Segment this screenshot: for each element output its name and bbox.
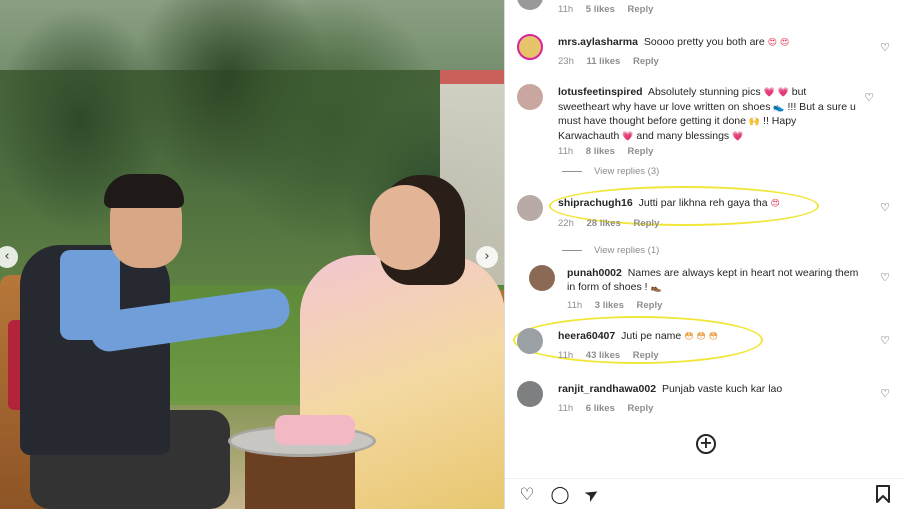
comment-meta: 11h 6 likes Reply — [558, 403, 663, 414]
comment-time: 11h — [567, 300, 583, 311]
pink-cloth — [275, 415, 355, 445]
comment-meta: 11h 5 likes Reply — [558, 4, 663, 15]
reply-button[interactable]: Reply — [628, 146, 654, 157]
raised-hands-emoji: 🙌 — [748, 117, 761, 127]
heart-emoji: 💗 — [732, 131, 744, 142]
view-replies-label: View replies (3) — [594, 166, 660, 177]
comment-username[interactable]: ranjit_randhawa002 — [558, 383, 656, 395]
heart-emoji: 💗 💗 — [763, 88, 789, 98]
shoe-emoji: 👟 — [773, 102, 785, 113]
comment-likes[interactable]: 11 likes — [587, 56, 621, 67]
avatar[interactable] — [517, 34, 543, 60]
avatar[interactable] — [517, 0, 543, 10]
like-icon[interactable]: ♡ — [517, 485, 537, 505]
roof — [440, 70, 504, 84]
heart-emoji: 💗 — [622, 131, 634, 142]
avatar[interactable] — [517, 84, 543, 110]
view-replies-button[interactable]: View replies (1) — [562, 245, 659, 256]
comment-meta: 11h 8 likes Reply — [558, 146, 663, 157]
heart-icon[interactable]: ♡ — [879, 388, 891, 400]
comment-likes[interactable]: 28 likes — [587, 218, 621, 229]
heart-icon[interactable]: ♡ — [879, 202, 891, 214]
heart-icon[interactable]: ♡ — [879, 335, 891, 347]
comment-body: Absolutely stunning pics — [647, 86, 761, 98]
load-more-comments-icon[interactable]: + — [696, 434, 716, 454]
comment-body: Punjab vaste kuch kar lao — [661, 383, 783, 395]
comment-body: and many blessings — [636, 129, 730, 142]
comment-text: shiprachugh16 Jutti par likhna reh gaya … — [558, 197, 858, 212]
comment-text: mrs.aylasharma Soooo pretty you both are… — [558, 36, 858, 51]
heart-eyes-emoji: 😍 — [770, 199, 780, 209]
reply-divider — [562, 170, 582, 172]
comment-likes[interactable]: 6 likes — [586, 403, 615, 414]
comment-username[interactable]: lotusfeetinspired — [558, 86, 643, 98]
comment-text: ranjit_randhawa002 Punjab vaste kuch kar… — [558, 383, 858, 397]
flushed-emoji: 😳 😳 😳 — [684, 332, 719, 342]
reply-button[interactable]: Reply — [633, 56, 659, 67]
bookmark-icon — [876, 485, 890, 503]
comment-time: 11h — [558, 146, 574, 157]
heart-icon[interactable]: ♡ — [863, 92, 875, 104]
comment-text: heera60407 Juti pe name 😳 😳 😳 — [558, 330, 858, 345]
avatar[interactable] — [529, 265, 555, 291]
comments-panel: 11h 5 likes Reply mrs.aylasharma Soooo p… — [504, 0, 905, 509]
comment-time: 11h — [558, 403, 574, 414]
heart-eyes-emoji: 😍 😍 — [767, 38, 790, 48]
comment-icon[interactable]: ◯ — [550, 485, 570, 505]
woman-head — [370, 185, 440, 270]
comment-body: Soooo pretty you both are — [643, 36, 765, 48]
reply-button[interactable]: Reply — [628, 403, 654, 414]
reply-button[interactable]: Reply — [628, 4, 654, 15]
comment-meta: 11h 3 likes Reply — [567, 300, 672, 311]
save-icon[interactable] — [873, 485, 893, 505]
heart-icon[interactable]: ♡ — [879, 272, 891, 284]
action-bar: ♡ ◯ ➤ — [505, 478, 905, 509]
comment-meta: 22h 28 likes Reply — [558, 218, 669, 229]
comment-time: 11h — [558, 4, 574, 15]
comment-time: 11h — [558, 350, 574, 361]
reply-button[interactable]: Reply — [633, 218, 659, 229]
comment-username[interactable]: heera60407 — [558, 330, 615, 342]
comment-username[interactable]: shiprachugh16 — [558, 197, 633, 209]
shoe-emoji: 👞 — [650, 282, 662, 293]
comment-likes[interactable]: 8 likes — [586, 146, 615, 157]
man-hair — [104, 174, 184, 208]
reply-divider — [562, 249, 582, 251]
post-photo[interactable]: ‹ › — [0, 0, 504, 509]
view-replies-label: View replies (1) — [594, 245, 660, 256]
next-photo-icon[interactable]: › — [476, 246, 498, 268]
share-icon[interactable]: ➤ — [578, 481, 605, 508]
avatar[interactable] — [517, 195, 543, 221]
heart-icon[interactable]: ♡ — [879, 42, 891, 54]
comment-meta: 23h 11 likes Reply — [558, 56, 669, 67]
comment-likes[interactable]: 3 likes — [595, 300, 624, 311]
comment-username[interactable]: mrs.aylasharma — [558, 36, 638, 48]
comment-likes[interactable]: 43 likes — [586, 350, 620, 361]
comment-username[interactable]: punah0002 — [567, 267, 622, 279]
view-replies-button[interactable]: View replies (3) — [562, 166, 659, 177]
comment-time: 22h — [558, 218, 574, 229]
comment-time: 23h — [558, 56, 574, 67]
comment-body: Juti pe name — [621, 330, 682, 342]
avatar[interactable] — [517, 328, 543, 354]
comment-text: punah0002 Names are always kept in heart… — [567, 267, 867, 295]
comment-text: lotusfeetinspired Absolutely stunning pi… — [558, 86, 858, 144]
comment-likes[interactable]: 5 likes — [586, 4, 615, 15]
reply-button[interactable]: Reply — [633, 350, 659, 361]
comment-meta: 11h 43 likes Reply — [558, 350, 669, 361]
avatar[interactable] — [517, 381, 543, 407]
reply-button[interactable]: Reply — [637, 300, 663, 311]
comment-body: Jutti par likhna reh gaya tha — [638, 197, 768, 209]
